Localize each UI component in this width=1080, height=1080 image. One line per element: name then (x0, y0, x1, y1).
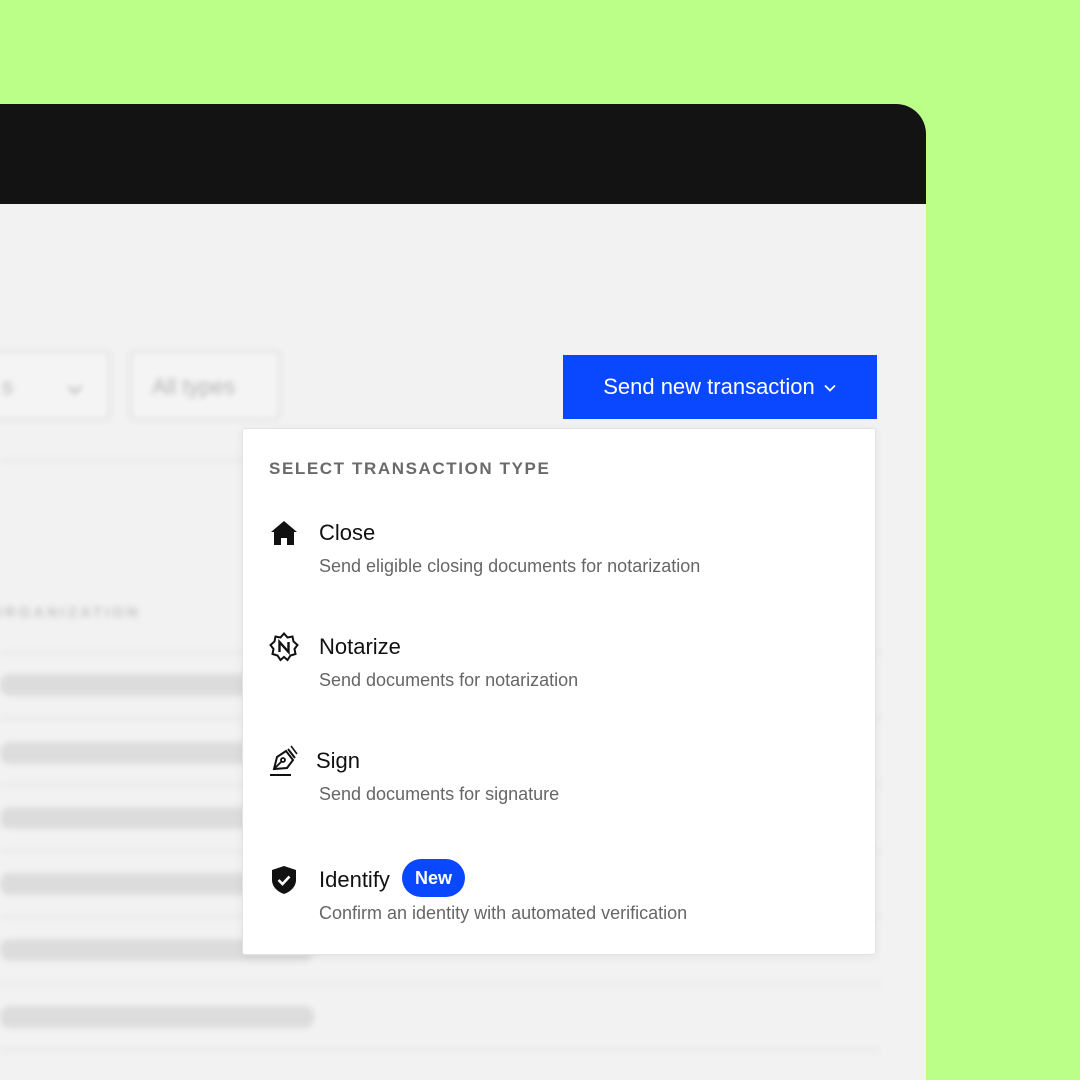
house-icon (269, 518, 299, 548)
status-filter-select[interactable]: s (0, 350, 110, 420)
menu-item-identify[interactable]: Identify New Confirm an identity with au… (243, 859, 875, 965)
menu-item-close[interactable]: Close Send eligible closing documents fo… (243, 518, 875, 618)
new-badge: New (402, 859, 466, 897)
status-filter-value: s (2, 374, 13, 399)
notarize-seal-icon (269, 632, 299, 662)
shield-check-icon (269, 865, 299, 895)
type-filter-select[interactable]: All types (130, 350, 280, 420)
menu-item-description: Send documents for notarization (319, 670, 579, 690)
send-button-label: Send new transaction (603, 374, 815, 399)
menu-item-title: Close (319, 520, 376, 545)
window-title-bar (0, 104, 926, 204)
menu-item-description: Confirm an identity with automated verif… (319, 903, 688, 923)
organization-column-header: ORGANIZATION (0, 604, 141, 621)
chevron-down-icon (823, 383, 837, 393)
row-divider (0, 983, 880, 985)
menu-item-description: Send eligible closing documents for nota… (319, 556, 701, 576)
row-divider (0, 1049, 880, 1051)
menu-item-title: Identify (319, 867, 390, 892)
chevron-down-icon (67, 379, 83, 395)
pen-sign-icon (269, 745, 299, 776)
menu-item-notarize[interactable]: Notarize Send documents for notarization (243, 632, 875, 732)
menu-item-sign[interactable]: Sign Send documents for signature (243, 745, 875, 846)
send-new-transaction-button[interactable]: Send new transaction (563, 355, 877, 419)
menu-item-title: Sign (316, 748, 361, 773)
main-content: s All types ORGANIZATION Send new transa… (0, 204, 926, 1080)
transaction-type-menu: SELECT TRANSACTION TYPE Close Send eligi… (242, 428, 876, 955)
app-window: s All types ORGANIZATION Send new transa… (0, 104, 926, 1080)
type-filter-value: All types (152, 374, 236, 399)
menu-heading: SELECT TRANSACTION TYPE (269, 459, 551, 478)
menu-item-description: Send documents for signature (319, 784, 560, 804)
menu-item-title: Notarize (319, 634, 401, 659)
skeleton-row (0, 1006, 314, 1028)
